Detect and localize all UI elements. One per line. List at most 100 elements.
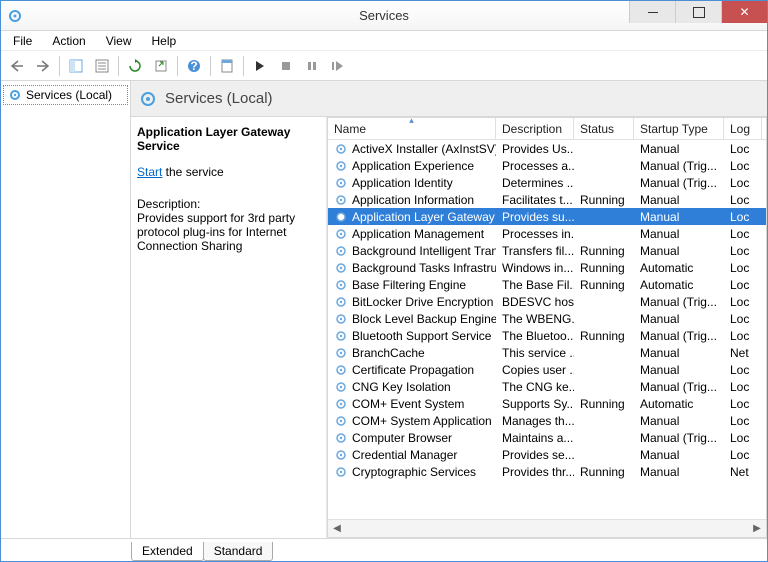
column-headers: Name Description Status Startup Type Log [328,118,766,140]
cell-startup: Manual (Trig... [634,159,724,173]
service-row[interactable]: Base Filtering EngineThe Base Fil...Runn… [328,276,766,293]
menu-view[interactable]: View [98,32,140,50]
cell-status: Running [574,329,634,343]
cell-name: Computer Browser [328,431,496,445]
restart-service-button[interactable] [326,54,350,78]
window-title: Services [359,8,409,23]
menu-help[interactable]: Help [144,32,185,50]
cell-logon: Loc [724,363,754,377]
cell-description: Processes a... [496,159,574,173]
back-button[interactable] [5,54,29,78]
cell-name: Application Experience [328,159,496,173]
cell-logon: Loc [724,380,754,394]
cell-name: Application Information [328,193,496,207]
service-row[interactable]: Background Tasks Infrastru...Windows in.… [328,259,766,276]
cell-description: Provides se... [496,448,574,462]
nav-services-local[interactable]: Services (Local) [3,85,128,105]
column-description[interactable]: Description [496,118,574,139]
cell-status: Running [574,465,634,479]
cell-name: Background Intelligent Trans... [328,244,496,258]
column-status[interactable]: Status [574,118,634,139]
cell-status: Running [574,397,634,411]
service-row[interactable]: Application IdentityDetermines ...Manual… [328,174,766,191]
service-row[interactable]: Block Level Backup Engine ...The WBENG..… [328,310,766,327]
service-row[interactable]: CNG Key IsolationThe CNG ke... Manual (Tr… [328,378,766,395]
export-button[interactable] [149,54,173,78]
horizontal-scrollbar[interactable]: ◀ ▶ [328,519,766,537]
cell-description: This service ... [496,346,574,360]
properties-button[interactable] [215,54,239,78]
service-row[interactable]: BranchCacheThis service ...ManualNet [328,344,766,361]
cell-logon: Loc [724,261,754,275]
cell-name: ActiveX Installer (AxInstSV) [328,142,496,156]
service-row[interactable]: COM+ System ApplicationManages th...Manu… [328,412,766,429]
cell-startup: Manual (Trig... [634,431,724,445]
content-body: Application Layer Gateway Service Start … [131,117,767,538]
cell-description: The CNG ke... [496,380,574,394]
service-row[interactable]: Application ExperienceProcesses a... Manu… [328,157,766,174]
column-logon[interactable]: Log [724,118,762,139]
minimize-button[interactable] [629,1,675,23]
cell-status: Running [574,193,634,207]
start-link[interactable]: Start [137,165,162,179]
service-row[interactable]: ActiveX Installer (AxInstSV)Provides Us.… [328,140,766,157]
service-row[interactable]: Computer BrowserMaintains a...Manual (Tr… [328,429,766,446]
start-service-button[interactable] [248,54,272,78]
service-row[interactable]: Application ManagementProcesses in...Man… [328,225,766,242]
close-button[interactable] [721,1,767,23]
cell-name: Bluetooth Support Service [328,329,496,343]
cell-startup: Manual [634,312,724,326]
menu-bar: File Action View Help [1,31,767,51]
detail-pane: Application Layer Gateway Service Start … [131,117,327,538]
cell-name: BranchCache [328,346,496,360]
cell-name: Application Layer Gateway ... [328,210,496,224]
scroll-right-icon[interactable]: ▶ [748,520,766,537]
cell-startup: Manual [634,210,724,224]
forward-button[interactable] [31,54,55,78]
list-body[interactable]: ActiveX Installer (AxInstSV)Provides Us.… [328,140,766,519]
cell-logon: Loc [724,414,754,428]
cell-startup: Manual [634,346,724,360]
show-hide-tree-button[interactable] [64,54,88,78]
cell-description: The Bluetoo... [496,329,574,343]
details-button[interactable] [90,54,114,78]
cell-description: Facilitates t... [496,193,574,207]
help-button[interactable]: ? [182,54,206,78]
column-name[interactable]: Name [328,118,496,139]
tab-extended[interactable]: Extended [131,542,204,561]
menu-action[interactable]: Action [44,32,93,50]
service-row[interactable]: Cryptographic ServicesProvides thr...Run… [328,463,766,480]
service-row[interactable]: Certificate PropagationCopies user ...Ma… [328,361,766,378]
scroll-left-icon[interactable]: ◀ [328,520,346,537]
tab-standard[interactable]: Standard [203,542,274,561]
refresh-button[interactable] [123,54,147,78]
cell-logon: Loc [724,431,754,445]
cell-description: Manages th... [496,414,574,428]
cell-name: CNG Key Isolation [328,380,496,394]
cell-startup: Manual (Trig... [634,295,724,309]
service-row[interactable]: COM+ Event SystemSupports Sy...RunningAu… [328,395,766,412]
service-row[interactable]: BitLocker Drive Encryption ...BDESVC hos… [328,293,766,310]
cell-logon: Loc [724,278,754,292]
stop-service-button[interactable] [274,54,298,78]
scroll-track[interactable] [346,520,748,537]
cell-name: Base Filtering Engine [328,278,496,292]
description-text: Provides support for 3rd party protocol … [137,211,320,253]
service-row[interactable]: Credential ManagerProvides se...ManualLo… [328,446,766,463]
service-row[interactable]: Bluetooth Support ServiceThe Bluetoo...R… [328,327,766,344]
column-startup-type[interactable]: Startup Type [634,118,724,139]
service-row[interactable]: Application Layer Gateway ...Provides su… [328,208,766,225]
menu-file[interactable]: File [5,32,40,50]
cell-startup: Manual (Trig... [634,176,724,190]
cell-logon: Loc [724,397,754,411]
service-row[interactable]: Background Intelligent Trans...Transfers… [328,242,766,259]
cell-startup: Automatic [634,261,724,275]
pause-service-button[interactable] [300,54,324,78]
cell-startup: Manual [634,414,724,428]
cell-name: Application Identity [328,176,496,190]
cell-startup: Manual (Trig... [634,380,724,394]
service-row[interactable]: Application InformationFacilitates t...R… [328,191,766,208]
cell-startup: Automatic [634,278,724,292]
maximize-button[interactable] [675,1,721,23]
cell-logon: Loc [724,227,754,241]
